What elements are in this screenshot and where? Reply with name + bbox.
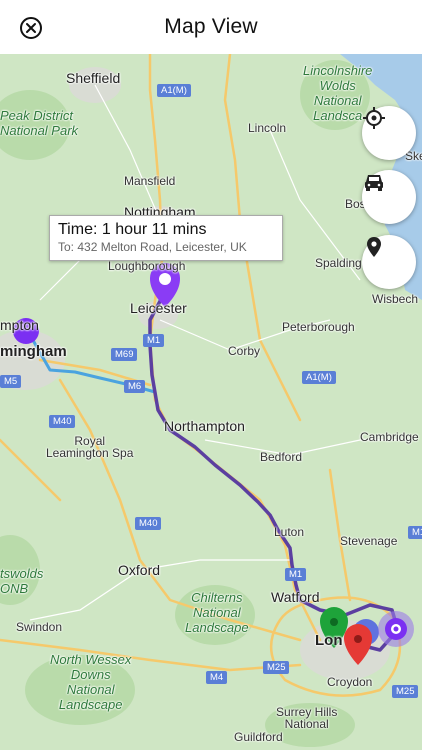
label-north-wessex-line2: Downs: [70, 666, 111, 682]
label-lincolnshire-line3: National: [313, 92, 362, 108]
road-shield-m11: M11: [408, 526, 422, 540]
waypoint-purple-target-marker: [378, 611, 414, 647]
label-spalding: Spalding: [315, 256, 362, 270]
road-shield-m1-leicester: M1: [143, 334, 165, 348]
road-shield-m25-east: M25: [392, 685, 419, 699]
locate-me-button[interactable]: [362, 106, 416, 160]
label-hampton: mpton: [0, 317, 39, 333]
page-title: Map View: [164, 15, 258, 38]
label-swindon: Swindon: [16, 620, 63, 634]
label-north-wessex-line1: North Wessex: [50, 652, 132, 667]
label-royal: Royal Leamington Spa: [46, 435, 133, 459]
label-north-wessex-line3: National: [66, 681, 115, 697]
label-guildford: Guildford: [234, 730, 283, 744]
car-icon: [365, 175, 383, 191]
road-shield-m40-south: M40: [135, 517, 162, 531]
label-oxford: Oxford: [118, 562, 161, 578]
label-mansfield: Mansfield: [124, 174, 176, 188]
road-shield-a1m-north: A1(M): [157, 84, 191, 98]
label-london: Lon: [315, 632, 343, 649]
road-shield-m1-luton: M1: [285, 568, 307, 582]
label-leicester: Leicester: [130, 300, 187, 316]
label-sheffield: Sheffield: [66, 70, 121, 86]
label-chilterns-line2: National: [192, 604, 241, 620]
road-shield-m6: M6: [124, 380, 146, 394]
route-info-callout[interactable]: Time: 1 hour 11 mins To: 432 Melton Road…: [49, 215, 283, 261]
label-royal-line2: Leamington Spa: [46, 446, 134, 460]
label-cambridge: Cambridge: [360, 430, 419, 444]
label-lincolnshire-line1: Lincolnshire: [303, 63, 373, 78]
map-pin-icon: [367, 237, 381, 257]
close-circle-icon: [20, 17, 42, 39]
route-destination: To: 432 Melton Road, Leicester, UK: [58, 240, 247, 255]
location-pin-button[interactable]: [362, 235, 416, 289]
label-wisbech: Wisbech: [372, 292, 419, 306]
label-northampton: Northampton: [164, 418, 245, 434]
label-peak-district-line2: National Park: [0, 122, 79, 138]
road-shield-m4: M4: [206, 671, 228, 685]
label-lincoln: Lincoln: [248, 121, 287, 135]
label-surrey-hills: Surrey Hills National: [276, 706, 337, 730]
label-chilterns-line3: Landscape: [185, 619, 249, 635]
label-corby: Corby: [228, 344, 261, 358]
label-north-wessex: North Wessex Downs National Landscape: [50, 652, 132, 713]
label-lincolnshire-line2: Wolds: [319, 77, 356, 93]
road-shield-a1m-south: A1(M): [302, 371, 336, 385]
road-shield-m25-west: M25: [263, 661, 290, 675]
label-chilterns-line1: Chilterns: [191, 590, 243, 605]
label-lincolnshire-line4: Landsca: [313, 107, 363, 123]
label-cotswolds-line1: tswolds: [0, 566, 44, 581]
road-shield-m69: M69: [111, 348, 138, 362]
label-birmingham: mingham: [0, 343, 67, 360]
label-croydon: Croydon: [327, 675, 373, 689]
label-watford: Watford: [271, 589, 320, 605]
label-stevenage: Stevenage: [340, 534, 398, 548]
route-time: Time: 1 hour 11 mins: [58, 221, 207, 238]
label-chilterns: Chilterns National Landscape: [185, 590, 249, 636]
drive-mode-button[interactable]: [362, 170, 416, 224]
label-peterborough: Peterborough: [282, 320, 355, 334]
map-base-layer: [0, 54, 422, 747]
label-cotswolds-line2: ONB: [0, 580, 29, 596]
label-north-wessex-line4: Landscape: [58, 696, 123, 712]
label-peak-district: Peak District National Park: [0, 108, 79, 139]
label-bedford: Bedford: [260, 450, 303, 464]
road-shield-m40-north: M40: [49, 415, 76, 429]
label-cotswolds: tswolds ONB: [0, 566, 44, 597]
road-shield-m5: M5: [0, 375, 22, 389]
label-loughborough: Loughborough: [108, 259, 186, 273]
map-canvas[interactable]: Sheffield Peak District National Park Li…: [0, 54, 422, 750]
close-button[interactable]: [14, 11, 48, 45]
label-surrey-line2: National: [284, 717, 329, 731]
label-luton: Luton: [274, 525, 305, 539]
label-peak-district-line1: Peak District: [0, 108, 73, 123]
crosshair-icon: [363, 107, 385, 129]
header-bar: Map View: [0, 0, 422, 54]
